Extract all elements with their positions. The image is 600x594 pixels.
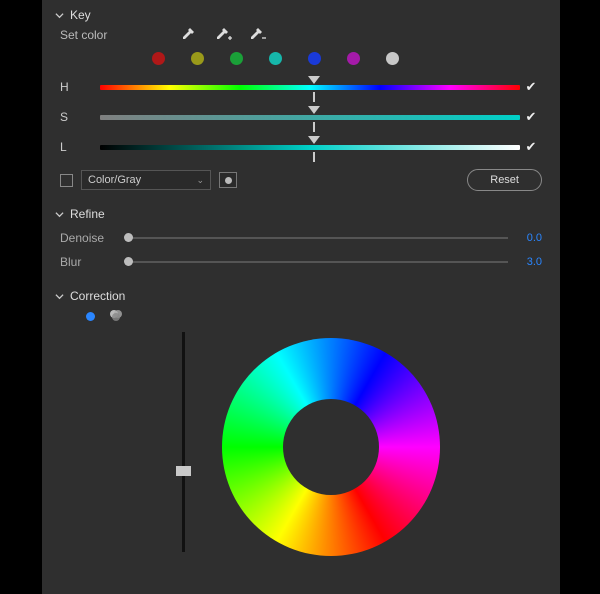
- section-key-header[interactable]: Key: [54, 8, 542, 22]
- colorgray-select-label: Color/Gray: [88, 174, 141, 186]
- color-swatch[interactable]: [308, 52, 321, 65]
- lightness-slider[interactable]: [100, 140, 520, 154]
- chevron-down-icon: [54, 291, 64, 301]
- denoise-thumb[interactable]: [124, 233, 133, 242]
- section-key-title: Key: [70, 8, 91, 22]
- set-color-label: Set color: [60, 28, 118, 42]
- section-refine-header[interactable]: Refine: [54, 207, 542, 221]
- color-swatch[interactable]: [230, 52, 243, 65]
- h-label: H: [60, 80, 100, 94]
- blur-label: Blur: [60, 255, 120, 269]
- colorgray-checkbox[interactable]: [60, 174, 73, 187]
- eyedropper-minus-icon[interactable]: [248, 28, 262, 42]
- reset-button[interactable]: Reset: [467, 169, 542, 191]
- s-checkbox[interactable]: ✔: [520, 109, 542, 125]
- eyedropper-icon[interactable]: [180, 28, 194, 42]
- blur-thumb[interactable]: [124, 257, 133, 266]
- section-correction-title: Correction: [70, 289, 125, 303]
- section-correction-header[interactable]: Correction: [54, 289, 542, 303]
- chevron-down-icon: [54, 10, 64, 20]
- blur-value[interactable]: 3.0: [516, 256, 542, 268]
- saturation-slider[interactable]: [100, 110, 520, 124]
- chevron-down-icon: ⌄: [196, 175, 204, 186]
- eyedropper-plus-icon[interactable]: [214, 28, 228, 42]
- mask-icon[interactable]: [219, 172, 237, 188]
- color-swatch[interactable]: [347, 52, 360, 65]
- colorgray-select[interactable]: Color/Gray ⌄: [81, 170, 211, 190]
- s-label: S: [60, 110, 100, 124]
- correction-vertical-slider[interactable]: [182, 332, 185, 552]
- hue-thumb[interactable]: [308, 76, 320, 84]
- l-checkbox[interactable]: ✔: [520, 139, 542, 155]
- correction-vertical-thumb[interactable]: [176, 466, 191, 476]
- hue-slider[interactable]: [100, 80, 520, 94]
- correction-mode-channels[interactable]: [109, 309, 123, 324]
- color-swatch[interactable]: [152, 52, 165, 65]
- l-label: L: [60, 140, 100, 154]
- color-swatch[interactable]: [269, 52, 282, 65]
- section-refine-title: Refine: [70, 207, 105, 221]
- denoise-label: Denoise: [60, 231, 120, 245]
- color-wheel[interactable]: [222, 338, 440, 556]
- correction-mode-color[interactable]: [86, 312, 95, 321]
- color-swatch[interactable]: [386, 52, 399, 65]
- saturation-thumb[interactable]: [308, 106, 320, 114]
- denoise-value[interactable]: 0.0: [516, 232, 542, 244]
- color-swatch[interactable]: [191, 52, 204, 65]
- lightness-thumb[interactable]: [308, 136, 320, 144]
- blur-slider[interactable]: [128, 261, 508, 263]
- denoise-slider[interactable]: [128, 237, 508, 239]
- h-checkbox[interactable]: ✔: [520, 79, 542, 95]
- chevron-down-icon: [54, 209, 64, 219]
